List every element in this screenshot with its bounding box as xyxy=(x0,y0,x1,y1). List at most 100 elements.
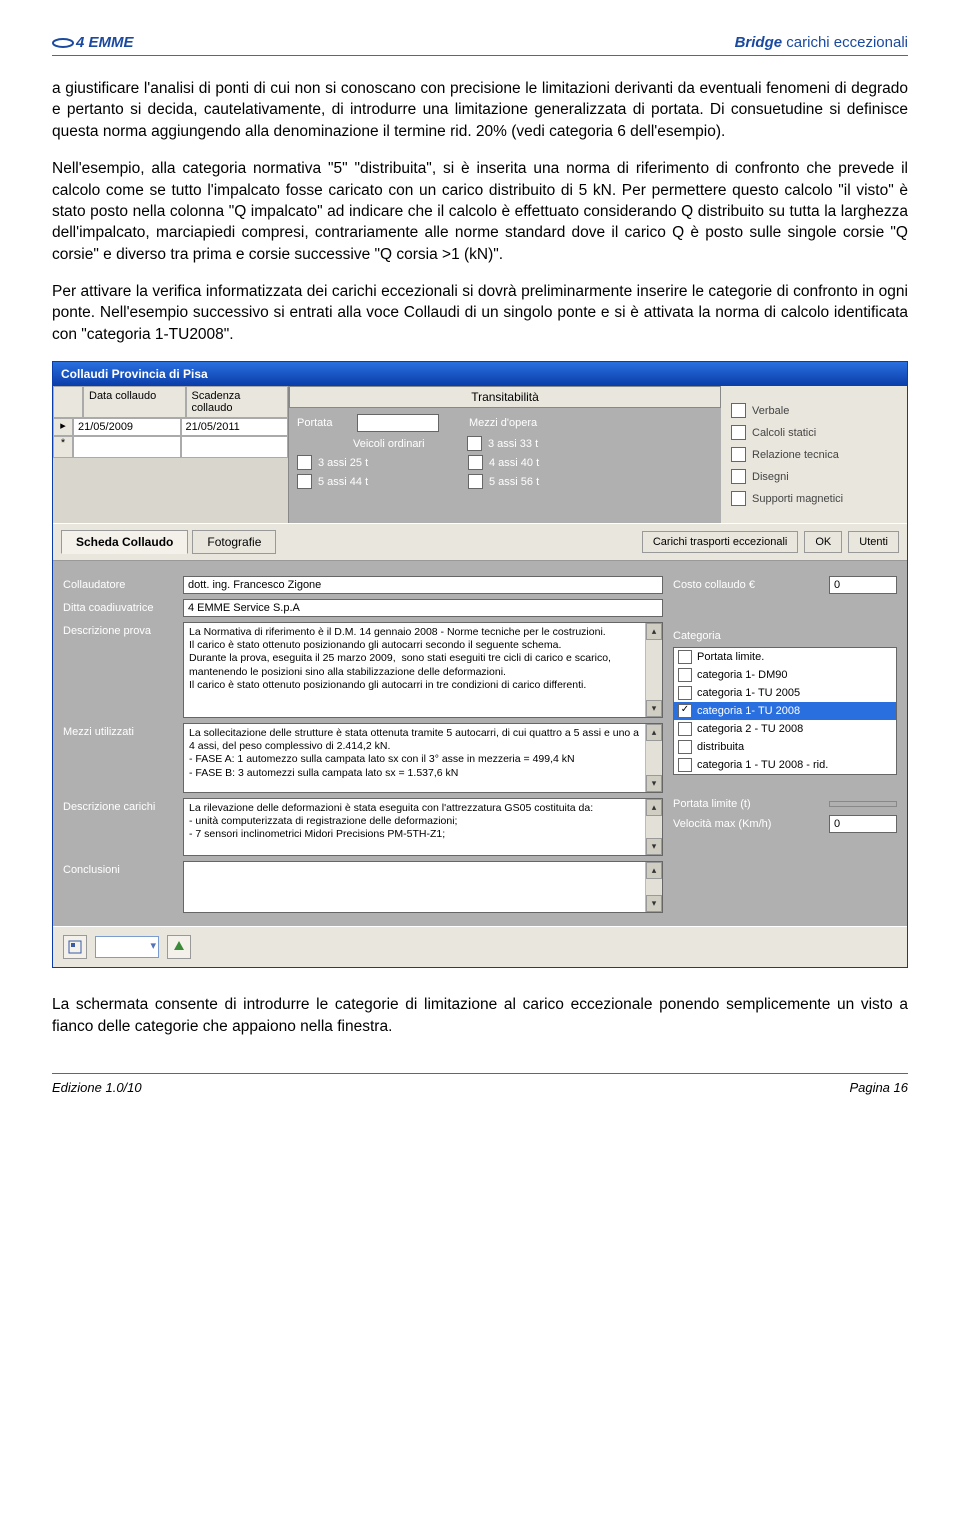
label-collaudatore: Collaudatore xyxy=(63,576,183,591)
checkbox-supporti-magnetici[interactable] xyxy=(731,491,746,506)
input-costo-collaudo[interactable]: 0 xyxy=(829,576,897,594)
checkbox-cat-portata-limite[interactable] xyxy=(678,650,692,664)
button-ok[interactable]: OK xyxy=(804,531,842,553)
button-carichi-trasporti[interactable]: Carichi trasporti eccezionali xyxy=(642,531,799,553)
label-portata-limite: Portata limite (t) xyxy=(673,798,829,810)
tab-scheda-collaudo[interactable]: Scheda Collaudo xyxy=(61,530,188,554)
scroll-up-icon[interactable]: ▴ xyxy=(646,724,662,741)
checkbox-cat-1-tu2008[interactable]: ✓ xyxy=(678,704,692,718)
cat-item: categoria 1- TU 2005 xyxy=(697,687,800,699)
textarea-mezzi-utilizzati[interactable]: La sollecitazione delle strutture è stat… xyxy=(183,723,663,793)
row-marker-icon[interactable]: ▸ xyxy=(53,418,73,436)
scroll-up-icon[interactable]: ▴ xyxy=(646,623,662,640)
label-descrizione-carichi: Descrizione carichi xyxy=(63,798,183,813)
scroll-up-icon[interactable]: ▴ xyxy=(646,862,662,879)
tab-fotografie[interactable]: Fotografie xyxy=(192,530,276,554)
paragraph-4: La schermata consente di introdurre le c… xyxy=(52,994,908,1037)
cat-item: categoria 2 - TU 2008 xyxy=(697,723,803,735)
label-portata: Portata xyxy=(297,417,357,429)
checkbox-cat-distribuita[interactable] xyxy=(678,740,692,754)
window-titlebar: Collaudi Provincia di Pisa xyxy=(53,362,907,386)
checkbox-4assi-40t[interactable] xyxy=(468,455,483,470)
label-conclusioni: Conclusioni xyxy=(63,861,183,876)
checkbox-5assi-44t[interactable] xyxy=(297,474,312,489)
footer-edition: Edizione 1.0/10 xyxy=(52,1080,142,1095)
dates-panel: Data collaudo Scadenza collaudo ▸ 21/05/… xyxy=(53,386,289,523)
toolbar xyxy=(53,926,907,967)
label-calcoli-statici: Calcoli statici xyxy=(752,427,816,439)
label-mezzi-utilizzati: Mezzi utilizzati xyxy=(63,723,183,738)
cell-data-collaudo[interactable]: 21/05/2009 xyxy=(73,418,181,436)
scroll-up-icon[interactable]: ▴ xyxy=(646,799,662,816)
checkbox-verbale[interactable] xyxy=(731,403,746,418)
label-verbale: Verbale xyxy=(752,405,789,417)
checkbox-cat-2-tu2008[interactable] xyxy=(678,722,692,736)
input-ditta[interactable]: 4 EMME Service S.p.A xyxy=(183,599,663,617)
label-veicoli-ordinari: Veicoli ordinari xyxy=(353,438,467,450)
row-new-icon[interactable]: * xyxy=(53,436,73,458)
label-categoria: Categoria xyxy=(673,630,897,642)
transitabilita-title: Transitabilità xyxy=(289,386,721,408)
cell-empty[interactable] xyxy=(73,436,181,458)
checkbox-3assi-33t[interactable] xyxy=(467,436,482,451)
cat-item: Portata limite. xyxy=(697,651,764,663)
checkbox-cat-1-tu2008-rid[interactable] xyxy=(678,758,692,772)
paragraph-2: Nell'esempio, alla categoria normativa "… xyxy=(52,158,908,265)
checkbox-cat-1-dm90[interactable] xyxy=(678,668,692,682)
cat-item-selected: categoria 1- TU 2008 xyxy=(697,705,800,717)
checkbox-calcoli-statici[interactable] xyxy=(731,425,746,440)
input-portata[interactable] xyxy=(357,414,439,432)
checkbox-relazione-tecnica[interactable] xyxy=(731,447,746,462)
tool-icon-1[interactable] xyxy=(63,935,87,959)
checkbox-3assi-25t[interactable] xyxy=(297,455,312,470)
scrollbar[interactable]: ▴▾ xyxy=(645,862,662,912)
col-scadenza-collaudo: Scadenza collaudo xyxy=(186,386,289,418)
app-window: Collaudi Provincia di Pisa Data collaudo… xyxy=(52,361,908,968)
scrollbar[interactable]: ▴▾ xyxy=(645,623,662,717)
transitabilita-panel: Transitabilità Portata Mezzi d'opera Vei… xyxy=(289,386,721,523)
scrollbar[interactable]: ▴▾ xyxy=(645,724,662,792)
label-5assi-56t: 5 assi 56 t xyxy=(489,476,539,488)
input-collaudatore[interactable]: dott. ing. Francesco Zigone xyxy=(183,576,663,594)
scroll-down-icon[interactable]: ▾ xyxy=(646,775,662,792)
label-costo-collaudo: Costo collaudo € xyxy=(673,579,829,591)
label-5assi-44t: 5 assi 44 t xyxy=(318,476,468,488)
docs-panel: Verbale Calcoli statici Relazione tecnic… xyxy=(721,386,907,523)
paragraph-3: Per attivare la verifica informatizzata … xyxy=(52,281,908,345)
scroll-down-icon[interactable]: ▾ xyxy=(646,838,662,855)
scroll-down-icon[interactable]: ▾ xyxy=(646,700,662,717)
textarea-conclusioni[interactable]: ▴▾ xyxy=(183,861,663,913)
label-descrizione-prova: Descrizione prova xyxy=(63,622,183,637)
form-panel: Collaudatore dott. ing. Francesco Zigone… xyxy=(53,561,907,926)
label-velocita-max: Velocità max (Km/h) xyxy=(673,818,829,830)
combo-toolbar[interactable] xyxy=(95,936,159,958)
cat-item: categoria 1 - TU 2008 - rid. xyxy=(697,759,828,771)
logo-text: 4 EMME xyxy=(76,34,134,51)
label-mezzi-opera: Mezzi d'opera xyxy=(469,417,537,429)
scroll-down-icon[interactable]: ▾ xyxy=(646,895,662,912)
textarea-descrizione-carichi[interactable]: La rilevazione delle deformazioni è stat… xyxy=(183,798,663,856)
col-data-collaudo: Data collaudo xyxy=(83,386,186,418)
textarea-descrizione-prova[interactable]: La Normativa di riferimento è il D.M. 14… xyxy=(183,622,663,718)
input-velocita-max[interactable]: 0 xyxy=(829,815,897,833)
paragraph-1: a giustificare l'analisi di ponti di cui… xyxy=(52,78,908,142)
checkbox-5assi-56t[interactable] xyxy=(468,474,483,489)
checkbox-disegni[interactable] xyxy=(731,469,746,484)
header-title: Bridge carichi eccezionali xyxy=(735,34,908,51)
cell-empty[interactable] xyxy=(181,436,289,458)
label-disegni: Disegni xyxy=(752,471,789,483)
logo: 4 EMME xyxy=(52,34,134,51)
scrollbar[interactable]: ▴▾ xyxy=(645,799,662,855)
input-portata-limite[interactable] xyxy=(829,801,897,807)
button-utenti[interactable]: Utenti xyxy=(848,531,899,553)
listbox-categoria[interactable]: Portata limite. categoria 1- DM90 catego… xyxy=(673,647,897,775)
checkbox-cat-1-tu2005[interactable] xyxy=(678,686,692,700)
recycle-icon[interactable] xyxy=(167,935,191,959)
cat-item: categoria 1- DM90 xyxy=(697,669,788,681)
page-footer: Edizione 1.0/10 Pagina 16 xyxy=(52,1073,908,1095)
label-ditta: Ditta coadiuvatrice xyxy=(63,599,183,614)
footer-page: Pagina 16 xyxy=(849,1080,908,1095)
cell-scadenza-collaudo[interactable]: 21/05/2011 xyxy=(181,418,289,436)
page-header: 4 EMME Bridge carichi eccezionali xyxy=(52,34,908,56)
label-supporti-magnetici: Supporti magnetici xyxy=(752,493,843,505)
